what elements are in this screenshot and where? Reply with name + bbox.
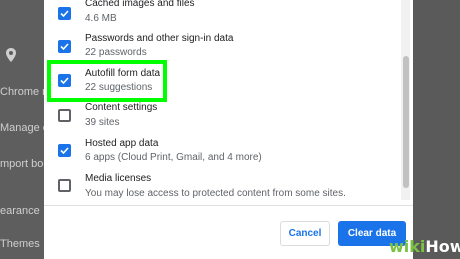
clear-browsing-data-dialog: Cached images and files 4.6 MB Passwords… bbox=[44, 0, 413, 259]
option-title: Media licenses bbox=[85, 173, 152, 184]
background-row-5: Themes bbox=[0, 238, 40, 250]
background-row-4: earance bbox=[0, 205, 40, 217]
checkbox-checked[interactable] bbox=[58, 7, 71, 20]
location-pin-icon bbox=[6, 48, 16, 62]
option-title: Hosted app data bbox=[85, 138, 159, 149]
background-row-3: mport boo bbox=[0, 158, 50, 170]
option-title: Content settings bbox=[85, 102, 158, 113]
checkmark-icon bbox=[60, 147, 69, 155]
checkbox-unchecked[interactable] bbox=[58, 109, 71, 122]
wikihow-watermark: wikiHow bbox=[389, 237, 460, 256]
option-subtitle: 22 passwords bbox=[85, 47, 147, 58]
option-subtitle: You may lose access to protected content… bbox=[85, 188, 346, 199]
option-content-settings[interactable]: Content settings 39 sites bbox=[44, 101, 399, 137]
option-hosted-app-data[interactable]: Hosted app data 6 apps (Cloud Print, Gma… bbox=[44, 136, 399, 172]
checkbox-checked[interactable] bbox=[58, 144, 71, 157]
option-media-licenses[interactable]: Media licenses You may lose access to pr… bbox=[44, 170, 399, 206]
scrollbar-thumb[interactable] bbox=[403, 56, 409, 188]
footer-divider bbox=[44, 205, 413, 206]
checkbox-checked[interactable] bbox=[58, 40, 71, 53]
cancel-button[interactable]: Cancel bbox=[280, 221, 330, 246]
option-subtitle: 4.6 MB bbox=[85, 13, 117, 24]
option-subtitle: 39 sites bbox=[85, 117, 120, 128]
highlight-box bbox=[47, 60, 167, 102]
option-subtitle: 6 apps (Cloud Print, Gmail, and 4 more) bbox=[85, 152, 262, 163]
checkbox-unchecked[interactable] bbox=[58, 179, 71, 192]
background-right-panel bbox=[412, 0, 460, 259]
checkmark-icon bbox=[60, 43, 69, 51]
option-title: Passwords and other sign-in data bbox=[85, 33, 234, 44]
option-cached-images[interactable]: Cached images and files 4.6 MB bbox=[44, 0, 399, 36]
option-title: Cached images and files bbox=[85, 0, 195, 9]
checkmark-icon bbox=[60, 10, 69, 18]
